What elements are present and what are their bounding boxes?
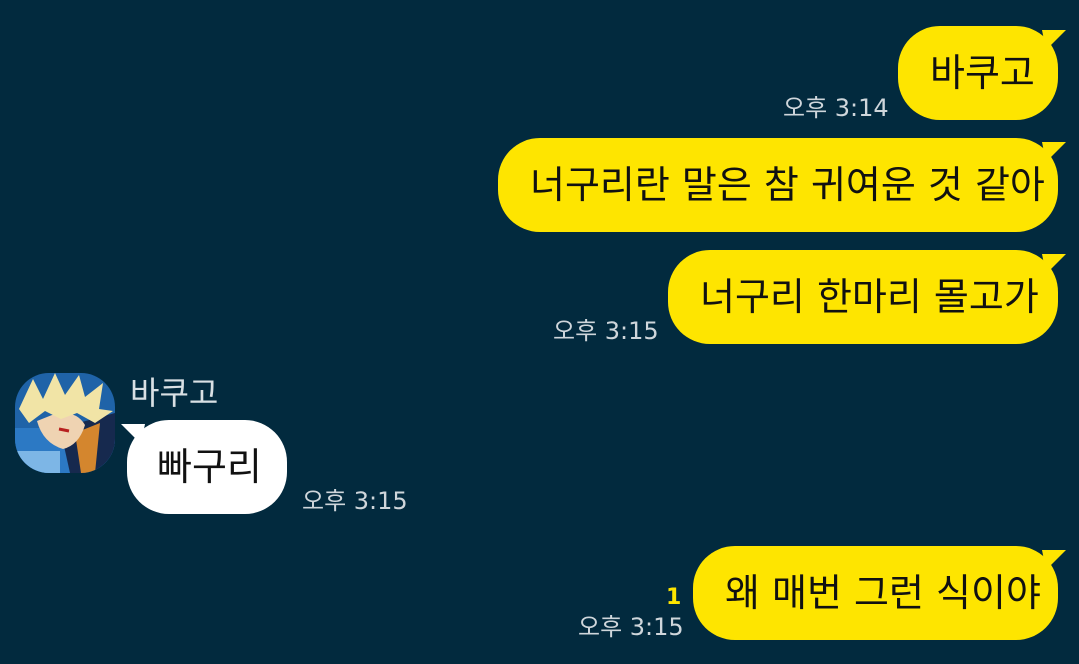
chat-bubble-outgoing[interactable]: 왜 매번 그런 식이야 bbox=[693, 546, 1058, 640]
bubble-tail-icon bbox=[1042, 142, 1066, 162]
message-text: 왜 매번 그런 식이야 bbox=[725, 571, 1041, 615]
message-time: 오후 3:15 bbox=[578, 613, 684, 641]
message-text: 너구리란 말은 참 귀여운 것 같아 bbox=[530, 163, 1045, 207]
unread-count-badge: 1 bbox=[666, 585, 682, 610]
bubble-tail-icon bbox=[1042, 254, 1066, 274]
message-time: 오후 3:15 bbox=[553, 317, 659, 345]
bubble-tail-icon bbox=[1042, 30, 1066, 50]
bubble-tail-icon bbox=[1042, 550, 1066, 570]
sender-name: 바쿠고 bbox=[130, 374, 219, 412]
profile-avatar-icon[interactable] bbox=[15, 373, 115, 473]
chat-bubble-outgoing[interactable]: 너구리 한마리 몰고가 bbox=[668, 250, 1058, 344]
message-time: 오후 3:14 bbox=[783, 94, 889, 122]
message-text: 너구리 한마리 몰고가 bbox=[700, 275, 1039, 319]
message-text: 빠구리 bbox=[157, 445, 262, 489]
chat-bubble-incoming[interactable]: 빠구리 bbox=[127, 420, 287, 514]
chat-bubble-outgoing[interactable]: 너구리란 말은 참 귀여운 것 같아 bbox=[498, 138, 1058, 232]
message-time: 오후 3:15 bbox=[302, 487, 408, 515]
chat-bubble-outgoing[interactable]: 바쿠고 bbox=[898, 26, 1058, 120]
message-text: 바쿠고 bbox=[930, 51, 1035, 95]
